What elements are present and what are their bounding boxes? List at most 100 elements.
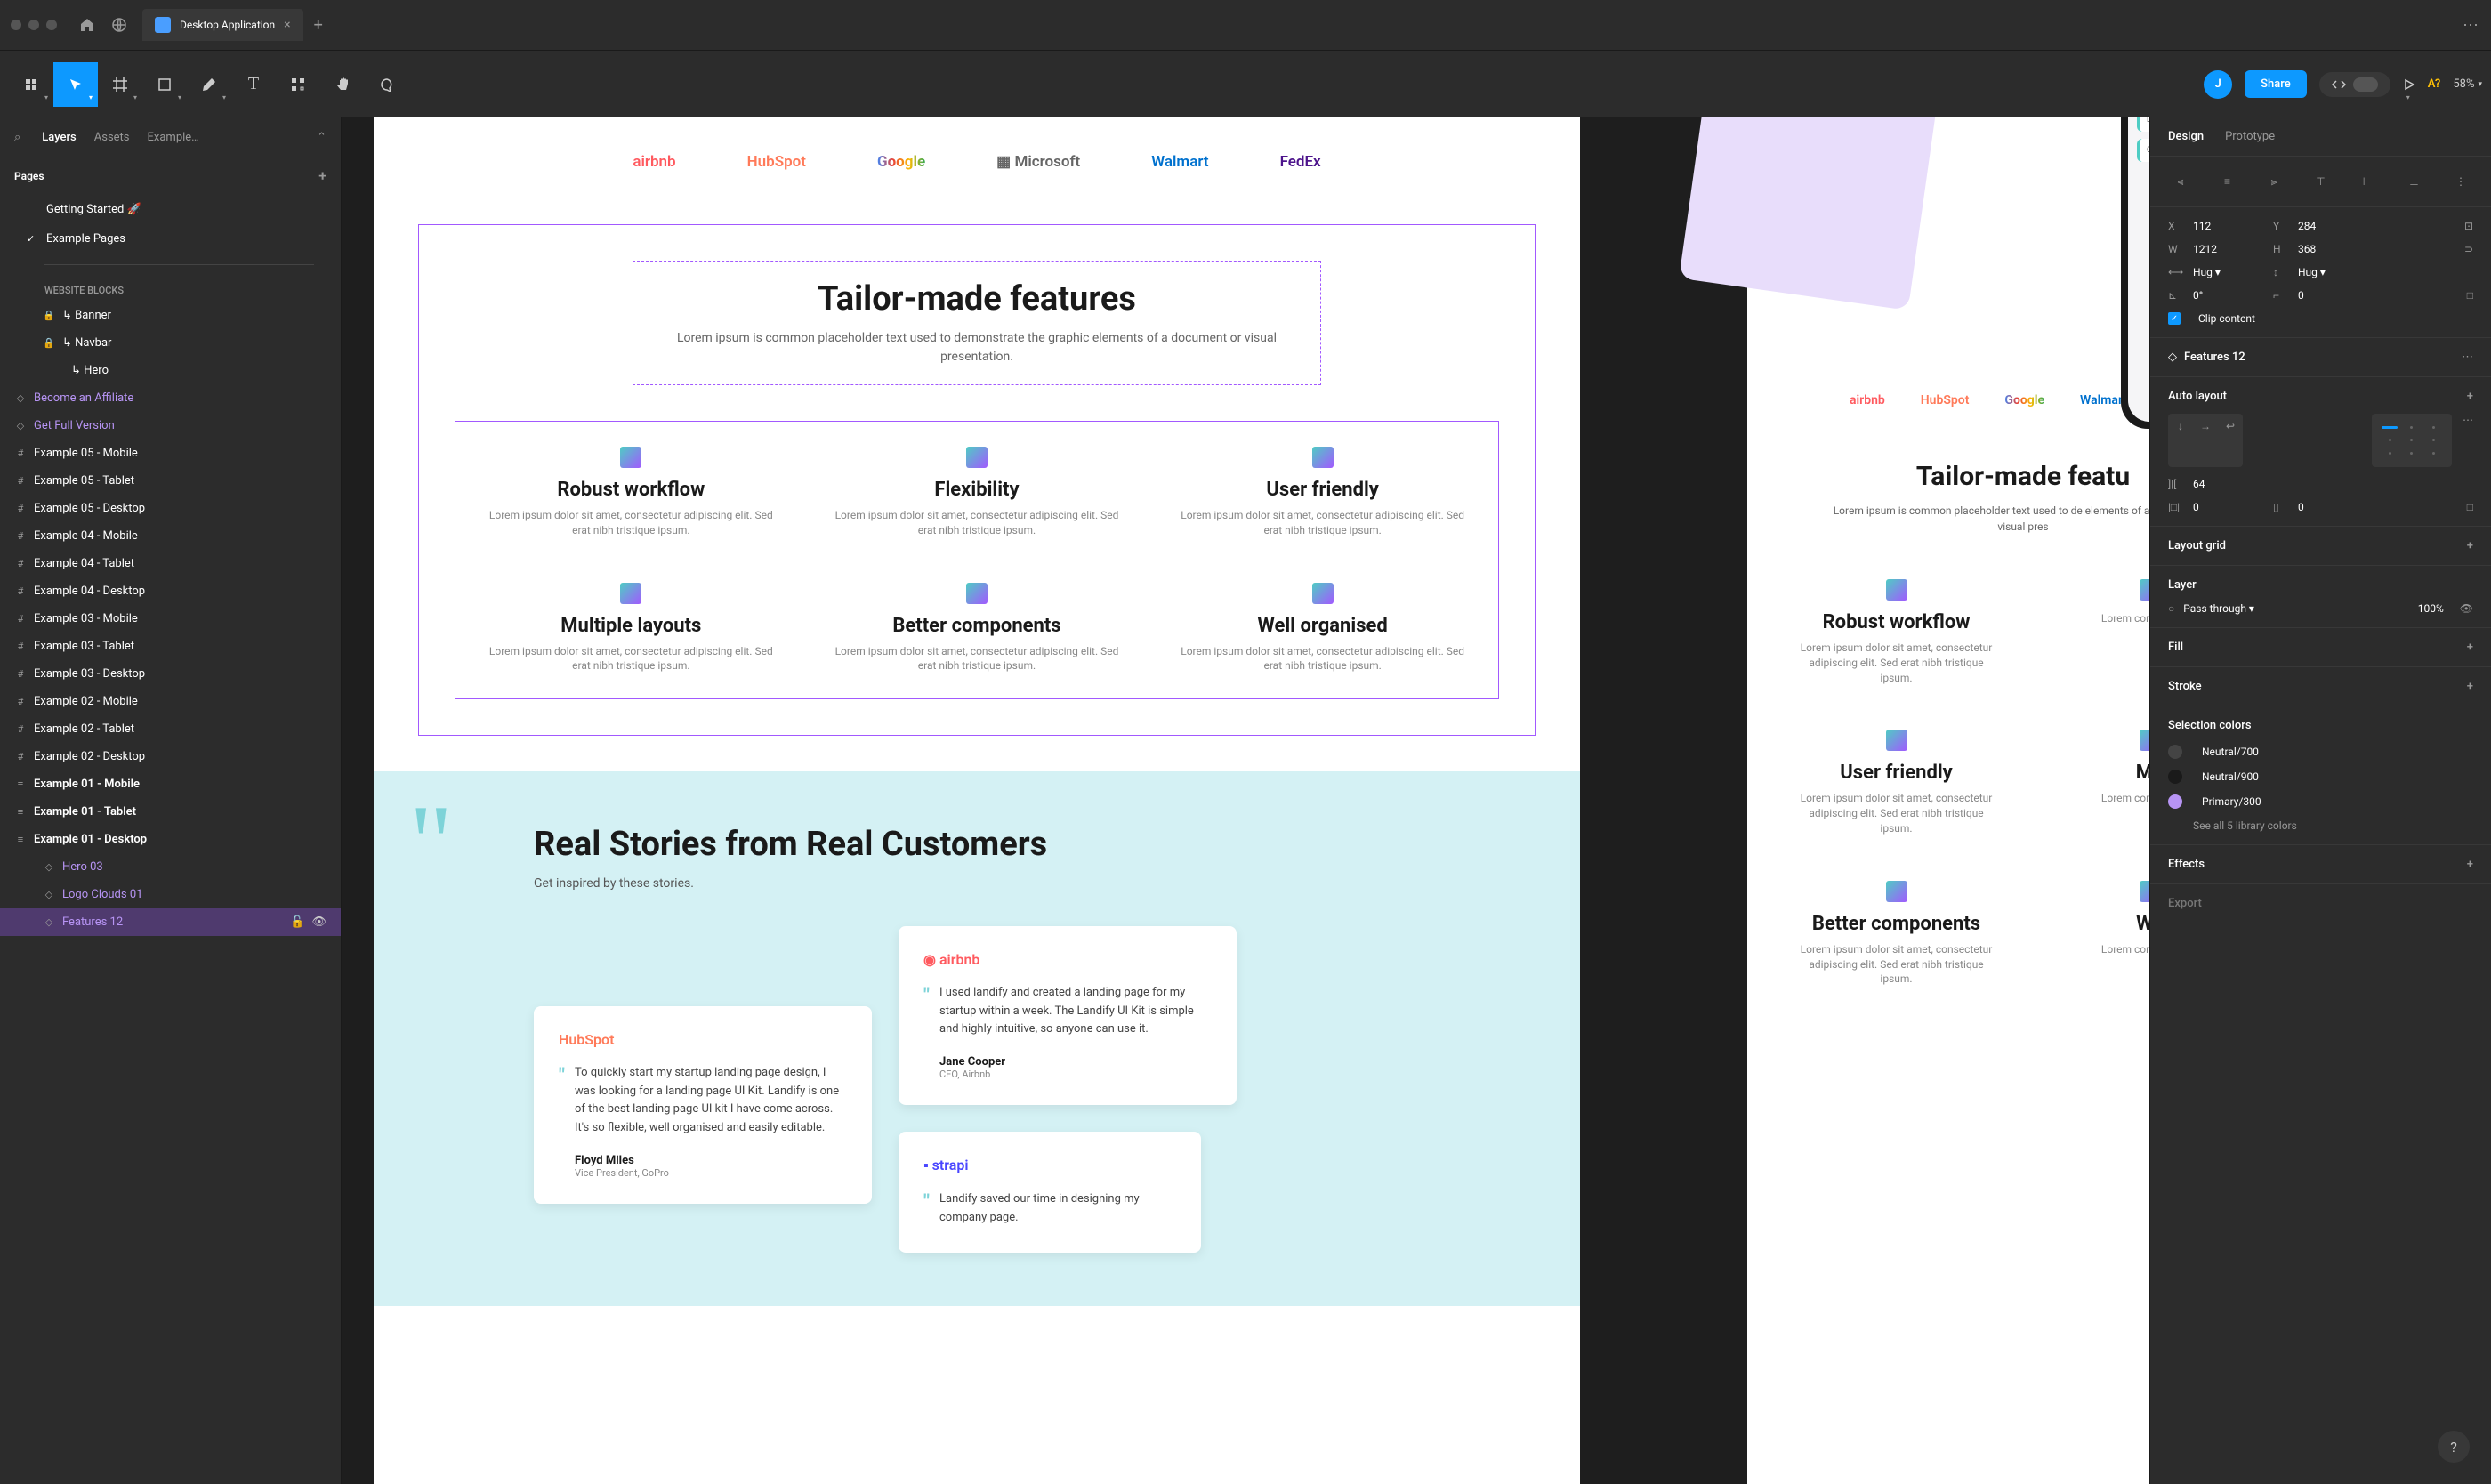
gap-input[interactable]: 64	[2193, 478, 2264, 490]
page-dropdown[interactable]: Example…	[148, 131, 199, 144]
shape-tool[interactable]: ▾	[142, 62, 187, 107]
radius-input[interactable]: 0	[2298, 289, 2369, 302]
lock-icon[interactable]: 🔓	[290, 915, 304, 929]
window-controls[interactable]	[11, 20, 57, 30]
color-row[interactable]: Primary/300	[2168, 794, 2473, 809]
layers-tab[interactable]: Layers	[42, 131, 76, 144]
a11y-indicator[interactable]: A?	[2428, 77, 2441, 91]
comment-tool[interactable]	[365, 62, 409, 107]
layer-affiliate[interactable]: ◇Become an Affiliate	[0, 384, 341, 412]
design-tab[interactable]: Design	[2168, 130, 2204, 143]
rotation-input[interactable]: 0°	[2193, 289, 2264, 302]
resize-h-select[interactable]: Hug ▾	[2193, 266, 2264, 278]
layer-ex04-mobile[interactable]: #Example 04 - Mobile	[0, 522, 341, 550]
layer-banner[interactable]: 🔒↳ Banner	[0, 302, 341, 329]
artboard-desktop[interactable]: airbnb HubSpot Google ▦ Microsoft Walmar…	[374, 117, 1580, 1484]
close-tab-icon[interactable]: ×	[284, 18, 290, 32]
layer-ex03-tablet[interactable]: #Example 03 - Tablet	[0, 633, 341, 660]
main-menu-button[interactable]: ▾	[9, 62, 53, 107]
page-getting-started[interactable]: Getting Started 🚀	[0, 195, 341, 224]
layer-full-version[interactable]: ◇Get Full Version	[0, 412, 341, 440]
layer-ex04-desktop[interactable]: #Example 04 - Desktop	[0, 577, 341, 605]
x-input[interactable]: 112	[2193, 220, 2264, 232]
layer-ex02-mobile[interactable]: #Example 02 - Mobile	[0, 688, 341, 715]
alignment-grid[interactable]	[2372, 414, 2452, 467]
blend-mode-select[interactable]: Pass through ▾	[2183, 602, 2254, 615]
opacity-input[interactable]: 100%	[2418, 602, 2444, 615]
padding-details-icon[interactable]: □	[2467, 501, 2473, 513]
pad-v-input[interactable]: 0	[2298, 501, 2369, 513]
dev-mode-toggle[interactable]	[2319, 72, 2390, 97]
layer-ex01-desktop[interactable]: ≡Example 01 - Desktop	[0, 826, 341, 853]
align-left-icon[interactable]: ⫷	[2168, 169, 2193, 194]
layer-ex02-desktop[interactable]: #Example 02 - Desktop	[0, 743, 341, 770]
add-page-button[interactable]: +	[318, 167, 326, 184]
align-h-center-icon[interactable]: ≡	[2215, 169, 2240, 194]
help-button[interactable]: ?	[2438, 1431, 2470, 1463]
home-icon[interactable]	[71, 9, 103, 41]
artboard-tablet[interactable]: Finalising the Visual design for develop…	[1747, 117, 2149, 1484]
add-effect-button[interactable]: +	[2467, 858, 2473, 871]
resources-tool[interactable]	[276, 62, 320, 107]
zoom-control[interactable]: 58%▾	[2453, 77, 2482, 91]
more-icon[interactable]: ⋯	[2463, 16, 2480, 35]
layer-features12[interactable]: ◇Features 12🔓👁	[0, 908, 341, 936]
visibility-icon[interactable]: 👁	[311, 915, 326, 929]
h-input[interactable]: 368	[2298, 243, 2369, 255]
frame-tool[interactable]: ▾	[98, 62, 142, 107]
pen-tool[interactable]: ▾	[187, 62, 231, 107]
w-input[interactable]: 1212	[2193, 243, 2264, 255]
layer-ex04-tablet[interactable]: #Example 04 - Tablet	[0, 550, 341, 577]
align-bottom-icon[interactable]: ⊥	[2402, 169, 2427, 194]
layer-ex01-mobile[interactable]: ≡Example 01 - Mobile	[0, 770, 341, 798]
features-section[interactable]: Tailor-made features Lorem ipsum is comm…	[418, 224, 1536, 736]
resize-v-select[interactable]: Hug ▾	[2298, 266, 2369, 278]
canvas[interactable]: airbnb HubSpot Google ▦ Microsoft Walmar…	[342, 117, 2149, 1484]
user-avatar[interactable]: J	[2204, 70, 2232, 99]
align-right-icon[interactable]: ⫸	[2261, 169, 2286, 194]
present-button[interactable]: ▾	[2403, 62, 2415, 107]
add-fill-button[interactable]: +	[2467, 641, 2473, 654]
add-stroke-button[interactable]: +	[2467, 680, 2473, 693]
add-grid-button[interactable]: +	[2467, 539, 2473, 552]
instance-options-icon[interactable]: ⋯	[2462, 351, 2473, 364]
search-icon[interactable]: ⌕	[14, 131, 20, 144]
vertical-icon[interactable]: ↓	[2168, 414, 2193, 439]
prototype-tab[interactable]: Prototype	[2225, 130, 2275, 143]
page-example-pages[interactable]: ✓Example Pages	[0, 224, 341, 254]
layer-ex03-desktop[interactable]: #Example 03 - Desktop	[0, 660, 341, 688]
move-tool[interactable]: ▾	[53, 62, 98, 107]
align-top-icon[interactable]: ⊤	[2309, 169, 2334, 194]
corner-icon[interactable]: □	[2467, 289, 2473, 302]
text-tool[interactable]: T	[231, 62, 276, 107]
see-all-colors-link[interactable]: See all 5 library colors	[2193, 819, 2473, 832]
y-input[interactable]: 284	[2298, 220, 2369, 232]
direction-toggle[interactable]: ↓ → ↩	[2168, 414, 2243, 467]
layer-ex05-desktop[interactable]: #Example 05 - Desktop	[0, 495, 341, 522]
pad-h-input[interactable]: 0	[2193, 501, 2264, 513]
visibility-icon[interactable]: 👁	[2460, 602, 2473, 615]
hand-tool[interactable]	[320, 62, 365, 107]
layer-ex05-tablet[interactable]: #Example 05 - Tablet	[0, 467, 341, 495]
color-row[interactable]: Neutral/900	[2168, 770, 2473, 784]
color-row[interactable]: Neutral/700	[2168, 745, 2473, 759]
layer-hero03[interactable]: ◇Hero 03	[0, 853, 341, 881]
layer-ex05-mobile[interactable]: #Example 05 - Mobile	[0, 440, 341, 467]
clip-content-checkbox[interactable]: ✓	[2168, 312, 2181, 325]
layer-logo-clouds[interactable]: ◇Logo Clouds 01	[0, 881, 341, 908]
layer-ex01-tablet[interactable]: ≡Example 01 - Tablet	[0, 798, 341, 826]
al-options-icon[interactable]: ⋯	[2463, 414, 2473, 467]
wrap-icon[interactable]: ↩	[2218, 414, 2243, 439]
add-tab-button[interactable]: +	[314, 16, 323, 35]
align-v-center-icon[interactable]: ⊢	[2355, 169, 2380, 194]
assets-tab[interactable]: Assets	[94, 131, 130, 144]
distribute-icon[interactable]: ⋮	[2448, 169, 2473, 194]
layer-ex02-tablet[interactable]: #Example 02 - Tablet	[0, 715, 341, 743]
layer-hero[interactable]: ↳ Hero	[0, 357, 341, 384]
link-dimensions-icon[interactable]: ⊃	[2464, 243, 2473, 255]
horizontal-icon[interactable]: →	[2193, 414, 2218, 439]
layer-navbar[interactable]: 🔒↳ Navbar	[0, 329, 341, 357]
community-icon[interactable]	[103, 9, 135, 41]
layer-ex03-mobile[interactable]: #Example 03 - Mobile	[0, 605, 341, 633]
file-tab[interactable]: Desktop Application ×	[142, 9, 303, 41]
